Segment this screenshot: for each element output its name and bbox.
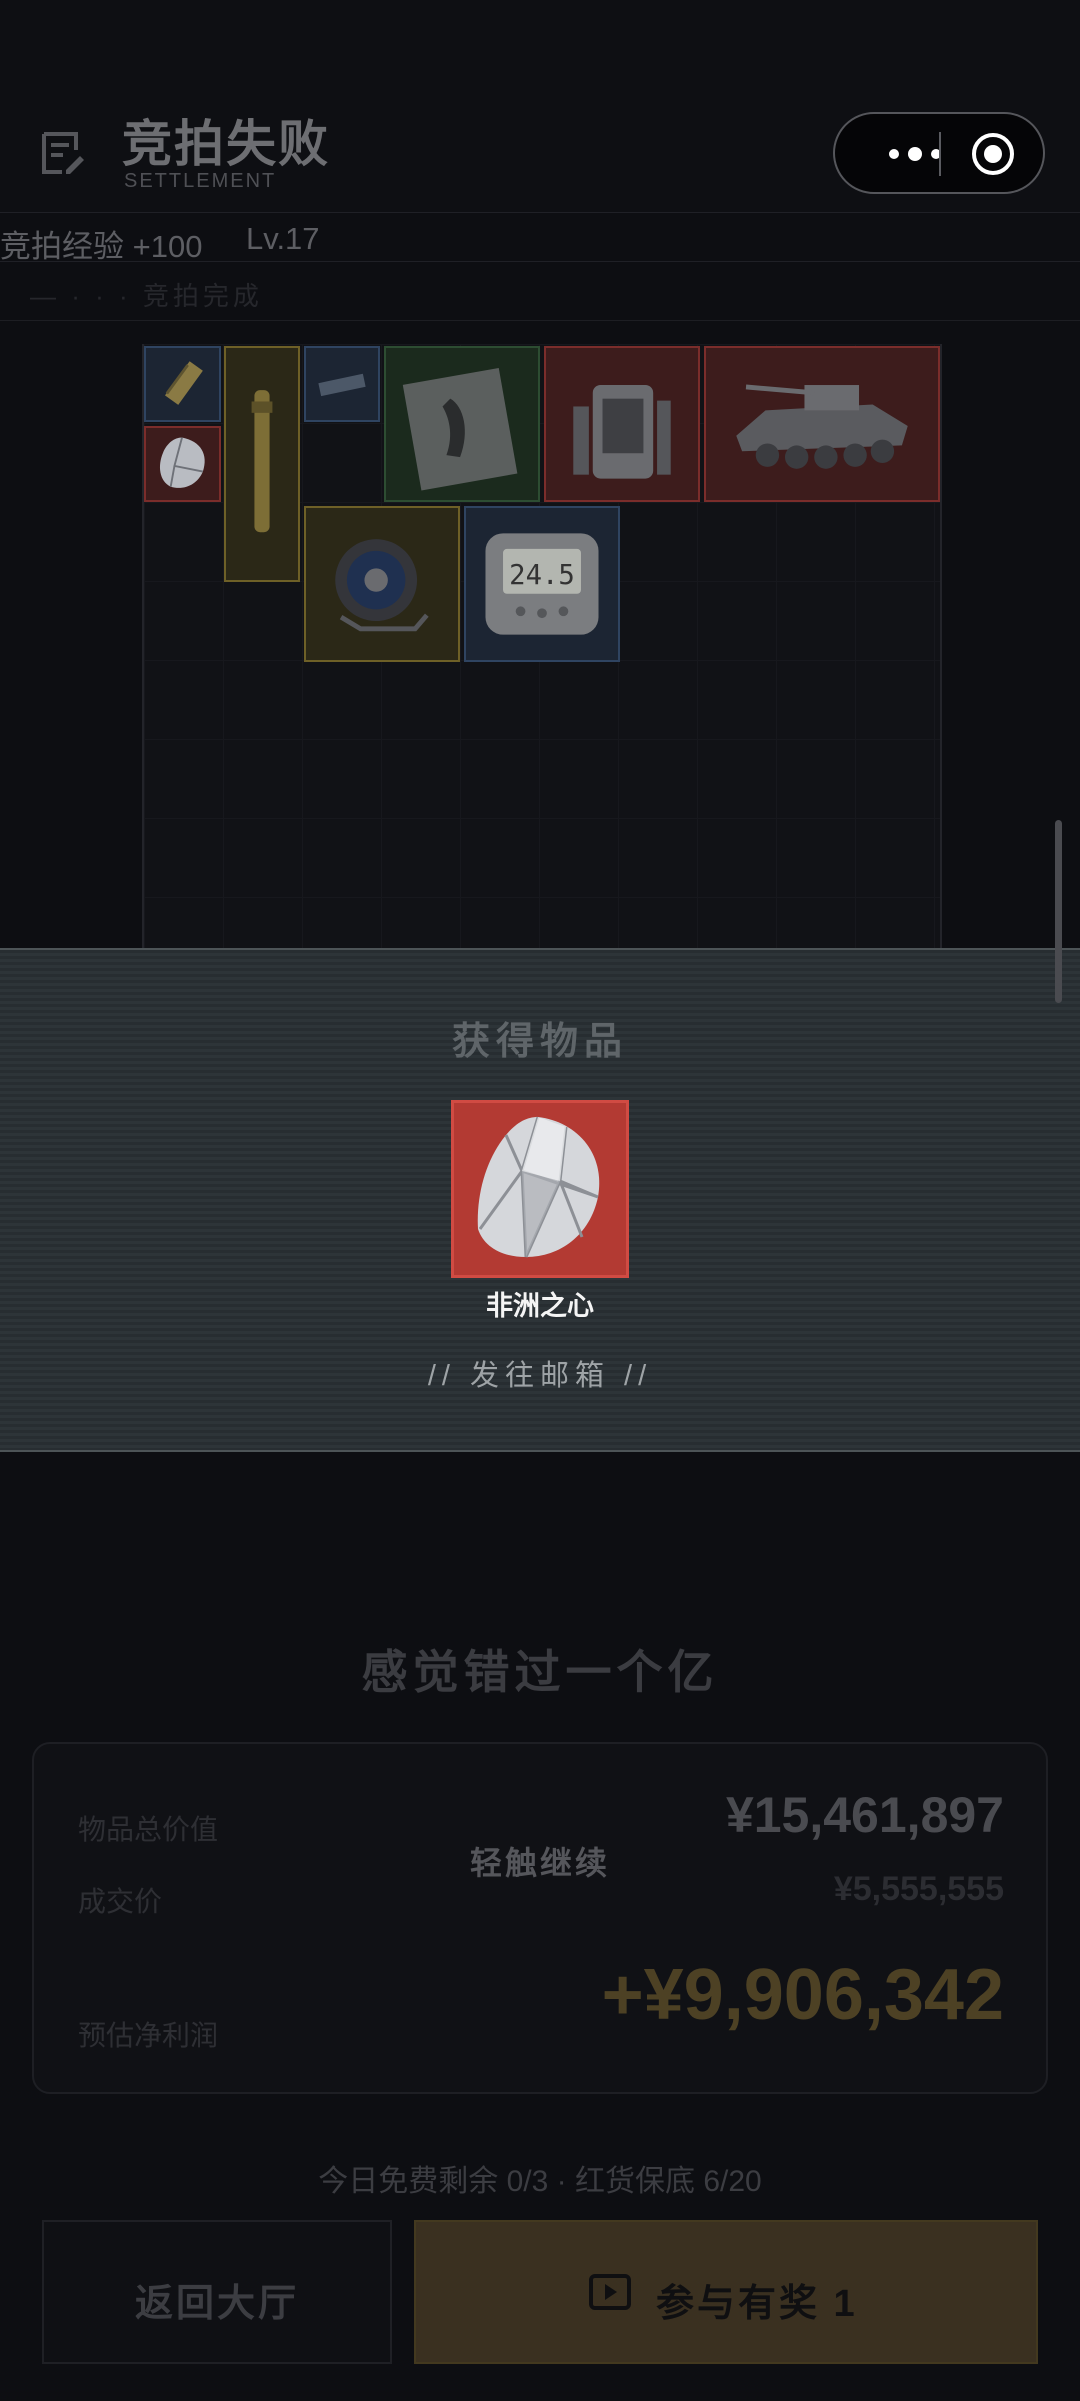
stash-item-diamond[interactable] — [144, 426, 221, 502]
stash-grid: 24.5 — [142, 344, 942, 950]
level-indicator: Lv.17 — [246, 221, 320, 256]
result-quote: 感觉错过一个亿 — [361, 1646, 719, 1698]
cable-reel-icon — [335, 539, 429, 632]
more-dot-icon — [908, 147, 922, 161]
obtained-title: 获得物品 — [451, 1021, 628, 1063]
stash-item-magazine[interactable] — [384, 346, 540, 502]
back-to-lobby-button[interactable]: 返回大厅 — [42, 2220, 392, 2364]
mini-program-capsule — [833, 112, 1045, 194]
back-to-lobby-label: 返回大厅 — [134, 2283, 299, 2325]
header: 竞拍失败 SETTLEMENT — [0, 0, 1080, 212]
join-reward-button[interactable]: 参与有奖 1 — [414, 2220, 1038, 2364]
diamond-icon — [159, 437, 205, 488]
free-remaining-text: 今日免费剩余 0/3 · 红货保底 6/20 — [318, 2165, 762, 2198]
digital-meter-icon: 24.5 — [485, 533, 599, 635]
page-subtitle: SETTLEMENT — [124, 170, 277, 192]
video-play-icon — [589, 2274, 631, 2310]
net-profit-label: 预估净利润 — [78, 2020, 219, 2051]
stash-item-backpack[interactable] — [544, 346, 700, 502]
close-target-icon[interactable] — [970, 131, 1016, 177]
net-profit: +¥9,906,342 — [601, 1955, 1004, 2035]
total-value: ¥15,461,897 — [725, 1787, 1004, 1843]
obtained-item-card[interactable] — [451, 1100, 629, 1278]
page-title: 竞拍失败 — [122, 116, 330, 172]
meter-reading: 24.5 — [509, 560, 575, 591]
status-row: — · · · 竞拍完成 — [0, 262, 1080, 321]
heart-of-africa-diamond-icon — [477, 1116, 600, 1258]
tube-icon — [251, 390, 273, 533]
stash-item-snack[interactable] — [144, 346, 221, 422]
scrollbar[interactable] — [1055, 820, 1062, 1003]
magazine-icon — [402, 367, 518, 491]
status-text: — · · · 竞拍完成 — [30, 281, 263, 311]
stash-item-battery[interactable] — [304, 346, 380, 422]
more-dot-icon — [889, 149, 899, 159]
battery-pack-icon — [318, 373, 366, 397]
xp-row: 竞拍经验 +100 Lv.17 — [0, 212, 1080, 264]
tap-to-continue[interactable]: 轻触继续 — [34, 1838, 1046, 1884]
settlement-page: 竞拍失败 SETTLEMENT 竞拍经验 +100 Lv.17 — · · · … — [0, 0, 1080, 2401]
obtained-item-name: 非洲之心 — [486, 1291, 594, 1321]
settlement-summary-card[interactable]: 物品总价值 ¥15,461,897 成交价 ¥5,555,555 预估净利润 +… — [32, 1742, 1048, 2094]
stash-item-tube[interactable] — [224, 346, 300, 582]
deal-price-label: 成交价 — [78, 1886, 163, 1917]
settlement-icon — [42, 132, 84, 174]
backpack-device-icon — [573, 385, 671, 479]
xp-gain: 竞拍经验 +100 — [0, 229, 203, 264]
obtained-items-panel: 获得物品 非洲之心 // 发往邮箱 // — [0, 948, 1080, 1452]
stash-item-cable-reel[interactable] — [304, 506, 460, 662]
join-reward-label: 参与有奖 1 — [656, 2283, 858, 2325]
armored-vehicle-icon — [736, 384, 908, 469]
send-to-mailbox-note: // 发往邮箱 // — [427, 1360, 653, 1392]
stash-item-vehicle[interactable] — [704, 346, 940, 502]
capsule-divider — [939, 132, 941, 176]
more-options-button[interactable] — [865, 134, 965, 174]
stash-item-meter[interactable]: 24.5 — [464, 506, 620, 662]
snack-bar-icon — [164, 361, 203, 405]
